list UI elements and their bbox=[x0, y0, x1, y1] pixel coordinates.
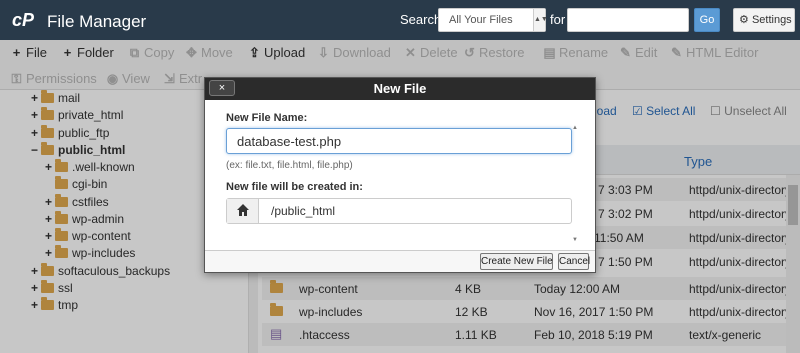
location-field: /public_html bbox=[226, 198, 572, 224]
dialog-body: New File Name: database-test.php (ex: fi… bbox=[205, 100, 595, 250]
scroll-up-icon[interactable]: ▲ bbox=[572, 125, 578, 131]
location-label: New file will be created in: bbox=[226, 181, 363, 193]
file-name-hint: (ex: file.txt, file.html, file.php) bbox=[226, 160, 353, 171]
search-scope-value: All Your Files bbox=[449, 14, 513, 26]
for-label: for bbox=[550, 12, 566, 27]
home-icon bbox=[227, 199, 259, 223]
file-name-label: New File Name: bbox=[226, 112, 308, 124]
chevron-down-icon: ▲▼ bbox=[533, 9, 548, 31]
top-header: cP File Manager Search All Your Files ▲▼… bbox=[0, 0, 800, 40]
search-label: Search bbox=[400, 12, 442, 27]
search-input[interactable] bbox=[567, 8, 689, 32]
dialog-scrollbar[interactable]: ▲ ▼ bbox=[571, 125, 581, 245]
dialog-footer: Create New File Cancel bbox=[205, 250, 595, 272]
scroll-down-icon[interactable]: ▼ bbox=[572, 237, 578, 243]
go-button[interactable]: Go bbox=[694, 8, 720, 32]
location-value: /public_html bbox=[271, 204, 336, 218]
new-file-dialog: New File × New File Name: database-test.… bbox=[204, 77, 596, 273]
svg-text:cP: cP bbox=[12, 10, 35, 30]
settings-label: Settings bbox=[751, 14, 792, 26]
create-new-file-button[interactable]: Create New File bbox=[480, 253, 553, 270]
gear-icon: ⚙ bbox=[739, 14, 749, 26]
app-title: File Manager bbox=[47, 12, 147, 31]
dialog-title: New File bbox=[205, 78, 595, 100]
cpanel-logo-icon: cP bbox=[12, 10, 35, 30]
settings-button[interactable]: ⚙ Settings bbox=[733, 8, 795, 32]
search-scope-select[interactable]: All Your Files ▲▼ bbox=[438, 8, 548, 32]
close-button[interactable]: × bbox=[209, 80, 235, 96]
cancel-button[interactable]: Cancel bbox=[558, 253, 590, 270]
file-name-input[interactable]: database-test.php bbox=[226, 128, 572, 154]
